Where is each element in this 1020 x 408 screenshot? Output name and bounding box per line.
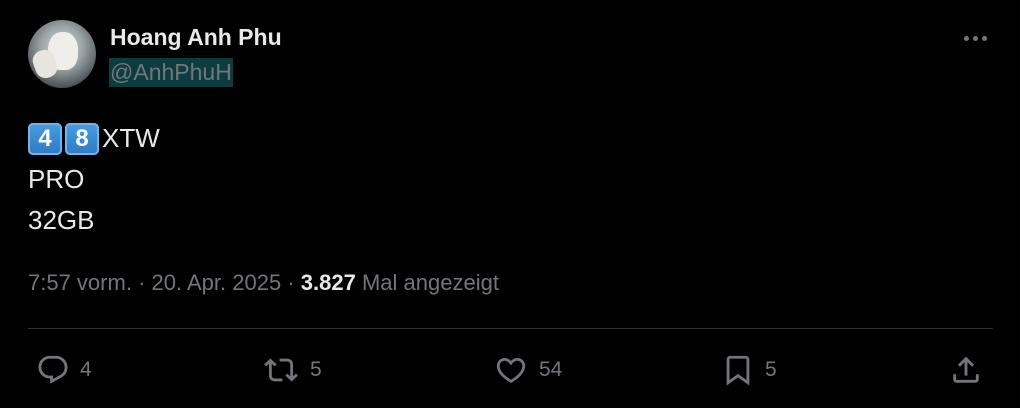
tweet-date[interactable]: 20. Apr. 2025 bbox=[152, 270, 282, 295]
meta-separator: · bbox=[287, 270, 295, 295]
heart-icon bbox=[496, 357, 526, 383]
like-button[interactable]: 54 bbox=[493, 352, 562, 388]
views-count: 3.827 bbox=[300, 270, 356, 295]
divider bbox=[28, 328, 993, 329]
tweet-line-2: PRO bbox=[28, 164, 85, 194]
bookmark-button[interactable]: 5 bbox=[721, 352, 777, 388]
tweet-text: 4 8 XTW PRO 32GB bbox=[28, 118, 160, 241]
tweet-time[interactable]: 7:57 vorm. bbox=[28, 270, 132, 295]
reply-count: 4 bbox=[80, 358, 92, 381]
keycap-4-emoji: 4 bbox=[28, 122, 62, 155]
repost-count: 5 bbox=[310, 358, 322, 381]
views-label: Mal angezeigt bbox=[361, 270, 499, 295]
more-horizontal-icon[interactable] bbox=[964, 36, 987, 41]
avatar[interactable] bbox=[28, 20, 96, 88]
meta-separator: · bbox=[138, 270, 146, 295]
tweet-line-3: 32GB bbox=[28, 205, 95, 235]
author-display-name[interactable]: Hoang Anh Phu bbox=[110, 24, 282, 51]
tweet-line-1: 4 8 XTW bbox=[28, 118, 160, 159]
tweet-line-1-text: XTW bbox=[102, 123, 160, 153]
keycap-8-emoji: 8 bbox=[65, 122, 99, 155]
author-handle[interactable]: @AnhPhuH bbox=[109, 58, 233, 87]
share-icon bbox=[953, 356, 979, 383]
share-button[interactable] bbox=[949, 352, 983, 388]
repost-button[interactable]: 5 bbox=[262, 352, 322, 388]
reply-button[interactable]: 4 bbox=[36, 352, 92, 388]
bookmark-count: 5 bbox=[765, 358, 777, 381]
reply-icon bbox=[38, 355, 68, 384]
bookmark-icon bbox=[726, 355, 750, 386]
like-count: 54 bbox=[539, 358, 563, 381]
repost-icon bbox=[264, 358, 298, 382]
tweet-metadata: 7:57 vorm. · 20. Apr. 2025 · 3.827 Mal a… bbox=[28, 270, 499, 296]
